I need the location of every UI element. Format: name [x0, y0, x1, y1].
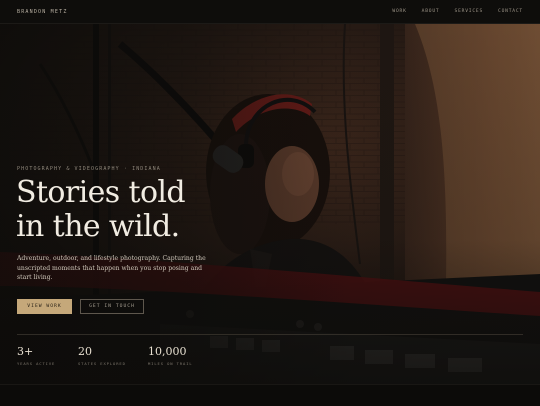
- stat-years-active: 3+ YEARS ACTIVE: [17, 345, 56, 367]
- page-bottom-strip: [0, 384, 540, 406]
- hero-section: PHOTOGRAPHY & VIDEOGRAPHY · INDIANA Stor…: [0, 24, 540, 384]
- top-nav: BRANDON METZ WORK ABOUT SERVICES CONTACT: [0, 0, 540, 24]
- stat-value: 10,000: [148, 345, 187, 358]
- view-work-button[interactable]: VIEW WORK: [17, 299, 72, 314]
- brand-logo[interactable]: BRANDON METZ: [17, 9, 68, 15]
- stat-value: 20: [78, 345, 92, 358]
- hero-title-line-1: Stories told: [16, 175, 186, 210]
- nav-link-contact[interactable]: CONTACT: [498, 9, 523, 14]
- stat-label: YEARS ACTIVE: [17, 361, 56, 366]
- stat-label: STATES EXPLORED: [78, 361, 126, 366]
- hero-description: Adventure, outdoor, and lifestyle photog…: [17, 255, 206, 282]
- nav-link-work[interactable]: WORK: [392, 9, 406, 14]
- stats-divider: [17, 334, 523, 335]
- nav-link-about[interactable]: ABOUT: [422, 9, 440, 14]
- hero-title: Stories told in the wild.: [16, 175, 186, 244]
- stat-miles-on-trail: 10,000 MILES ON TRAIL: [148, 345, 193, 367]
- hero-title-line-2: in the wild.: [16, 209, 180, 244]
- stat-states-explored: 20 STATES EXPLORED: [78, 345, 126, 367]
- nav-links: WORK ABOUT SERVICES CONTACT: [377, 9, 523, 14]
- stat-label: MILES ON TRAIL: [148, 361, 193, 366]
- get-in-touch-button[interactable]: GET IN TOUCH: [80, 299, 144, 314]
- hero-eyebrow: PHOTOGRAPHY & VIDEOGRAPHY · INDIANA: [17, 166, 161, 172]
- nav-link-services[interactable]: SERVICES: [455, 9, 484, 14]
- stat-value: 3+: [17, 345, 34, 358]
